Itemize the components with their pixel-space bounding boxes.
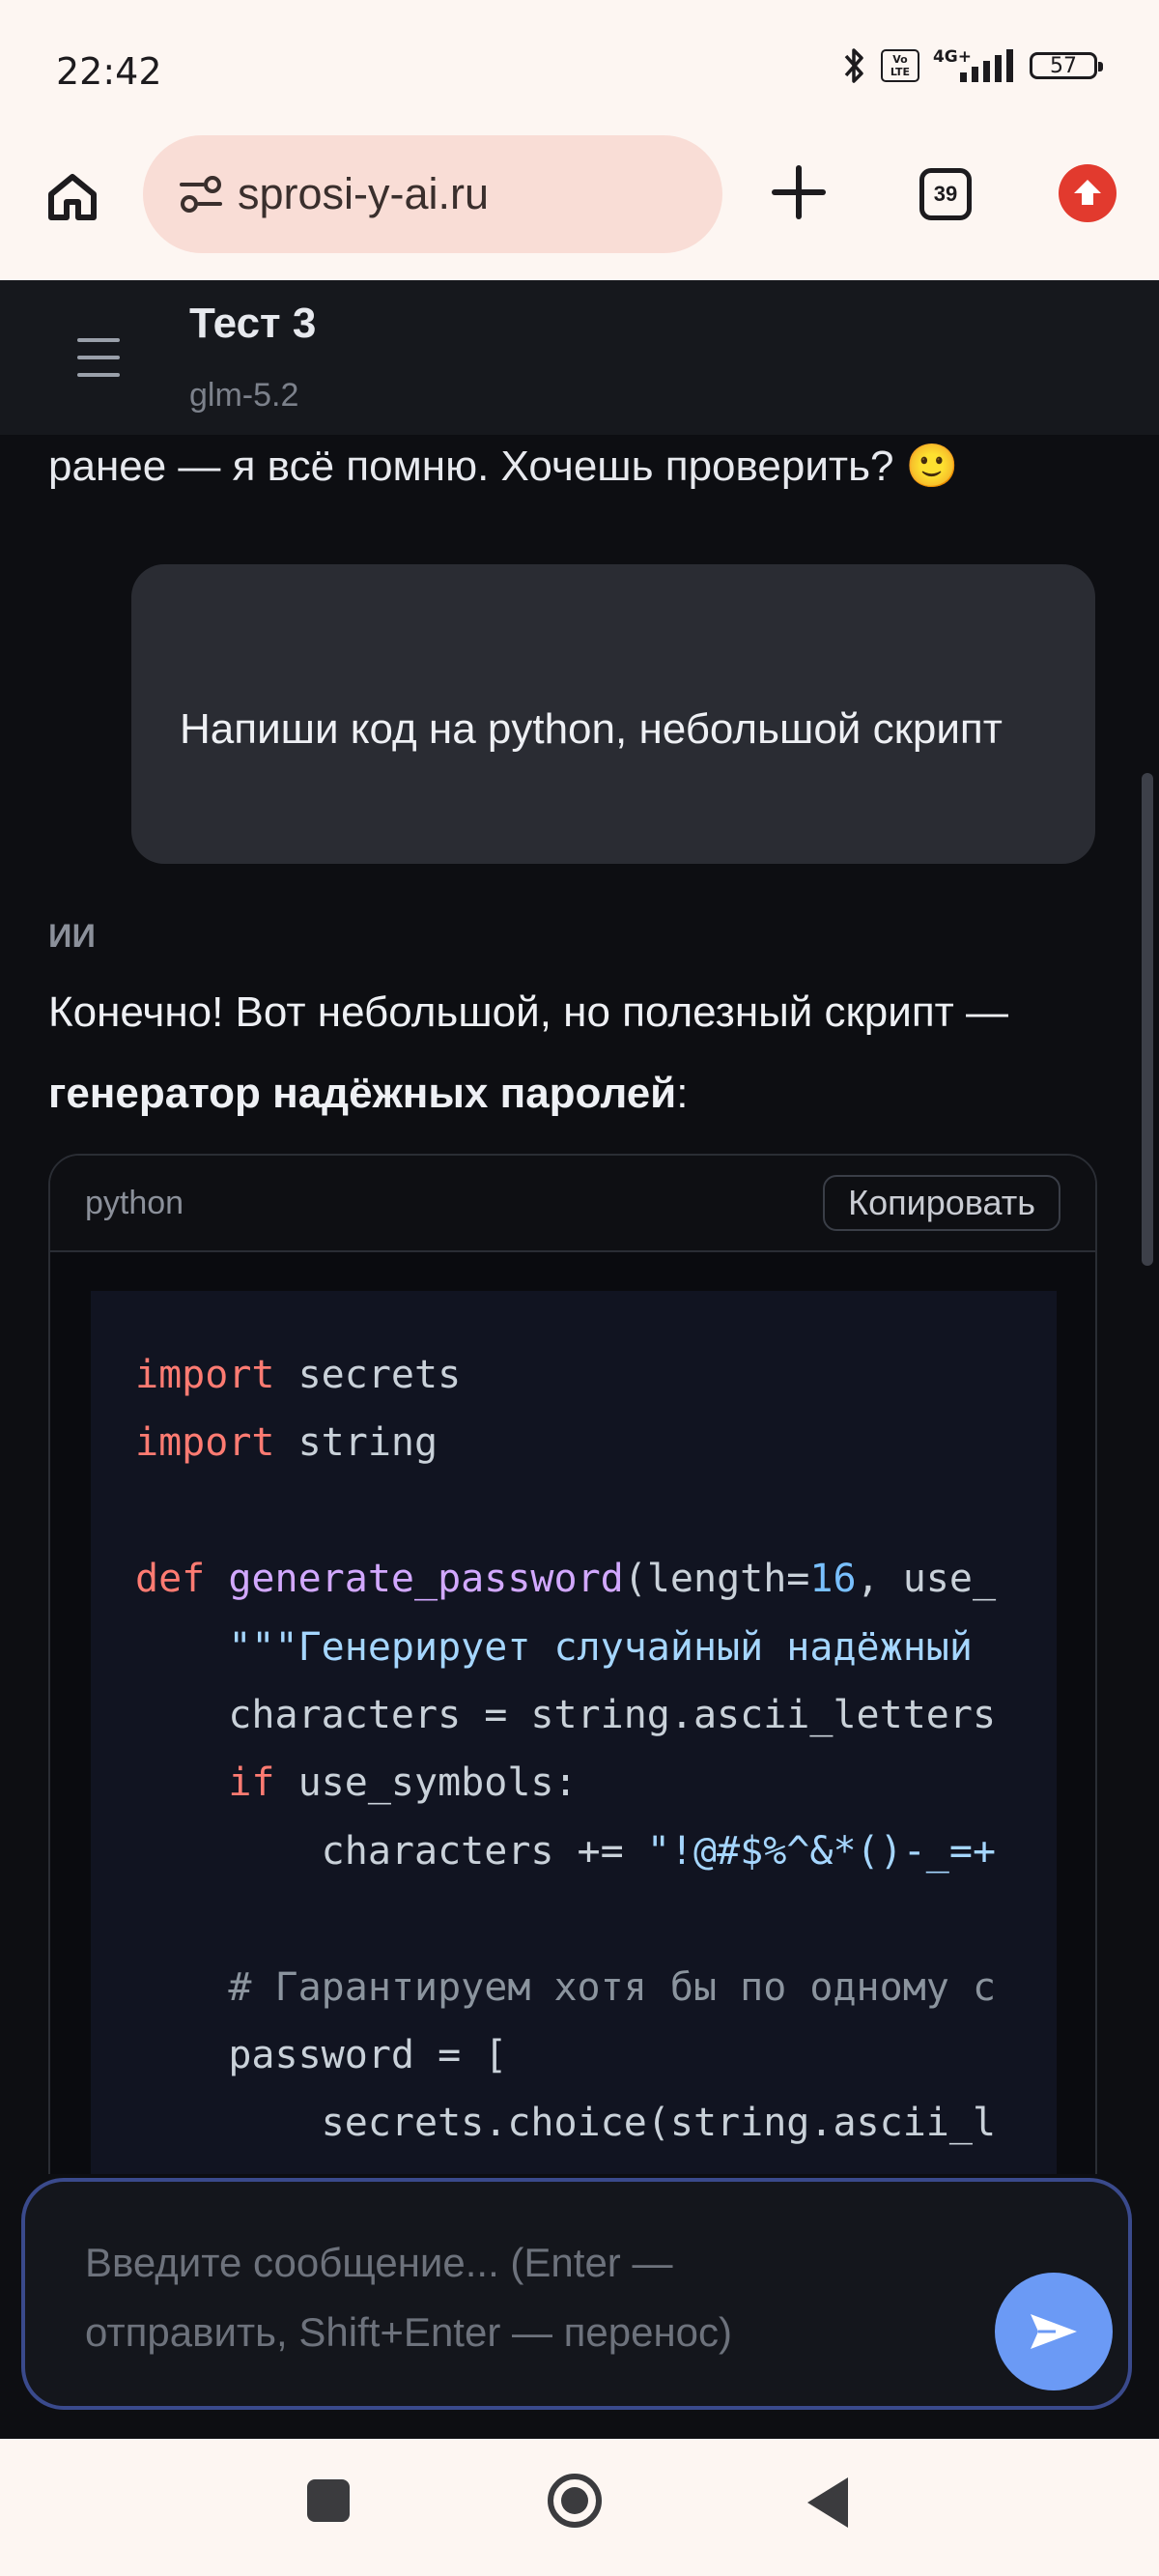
- chat-title: Тест 3: [189, 300, 317, 347]
- input-placeholder: Введите сообщение... (Enter — отправить,…: [85, 2240, 733, 2355]
- send-icon: [1031, 2314, 1077, 2349]
- tabs-count: 39: [933, 182, 958, 206]
- volte-icon: Vo LTE: [880, 49, 919, 82]
- recents-square-icon[interactable]: [307, 2479, 350, 2522]
- code-line: """Генерирует случайный надёжный: [135, 1614, 1057, 1681]
- code-token: """Генерирует случайный надёжный: [228, 1624, 973, 1670]
- home-circle-icon[interactable]: [548, 2474, 602, 2528]
- code-header: python Копировать: [50, 1156, 1095, 1252]
- bluetooth-icon: [844, 48, 863, 83]
- code-token: , use_: [856, 1557, 997, 1602]
- status-time: 22:42: [56, 50, 162, 93]
- network-type: 4G+: [932, 47, 972, 67]
- tune-icon[interactable]: [178, 171, 224, 217]
- url-text[interactable]: sprosi-y-ai.ru: [238, 169, 489, 219]
- status-icons: Vo LTE 4G+ 57: [840, 46, 1103, 85]
- code-token: characters = string.ascii_letters: [135, 1693, 997, 1738]
- battery-icon: 57: [1030, 52, 1103, 79]
- ai-text-bold: генератор надёжных паролей: [48, 1070, 677, 1117]
- home-button[interactable]: [39, 162, 106, 230]
- code-token: def: [135, 1557, 206, 1602]
- code-line: def generate_password(length=16, use_: [135, 1545, 1057, 1613]
- code-line: secrets.choice(string.ascii_l: [135, 2089, 1057, 2157]
- ai-text-before: Конечно! Вот небольшой, но полезный скри…: [48, 988, 1009, 1036]
- browser-toolbar: sprosi-y-ai.ru 39: [0, 135, 1159, 280]
- arrow-up-icon: [1074, 180, 1101, 205]
- code-line: characters += "!@#$%^&*()-_=+: [135, 1818, 1057, 1885]
- status-bar: 22:42 Vo LTE 4G+ 57: [0, 0, 1159, 135]
- ai-text-after: :: [676, 1070, 689, 1117]
- back-triangle-icon[interactable]: [807, 2477, 848, 2528]
- code-line: if use_symbols:: [135, 1749, 1057, 1817]
- chat-header: Тест 3 glm-5.2: [0, 280, 1159, 435]
- previous-message-tail: ранее — я всё помню. Хочешь проверить? 🙂: [48, 443, 959, 490]
- code-token: "!@#$%^&*()-_=+: [646, 1828, 997, 1874]
- code-line: import secrets: [135, 1341, 1057, 1409]
- home-icon: [48, 174, 97, 220]
- code-token: # Гарантируем хотя бы по одному с: [228, 1964, 997, 2010]
- code-token: import: [135, 1353, 275, 1397]
- code-body: import secrets import string def generate…: [91, 1291, 1057, 2174]
- code-language: python: [85, 1185, 184, 1221]
- code-token: 16: [809, 1557, 857, 1602]
- send-button[interactable]: [995, 2273, 1113, 2390]
- ai-message-text: Конечно! Вот небольшой, но полезный скри…: [48, 972, 1111, 1134]
- scrollbar[interactable]: [1142, 773, 1153, 1266]
- code-line: import string: [135, 1409, 1057, 1476]
- menu-icon[interactable]: [77, 338, 120, 377]
- code-line: password = [: [135, 2021, 1057, 2089]
- code-token: characters +=: [135, 1828, 647, 1874]
- code-token: generate_password: [205, 1557, 624, 1602]
- code-token: import: [135, 1420, 275, 1466]
- code-content: import secrets import string def generate…: [91, 1291, 1057, 2158]
- code-token: use_symbols:: [274, 1760, 578, 1806]
- copy-button[interactable]: Копировать: [823, 1175, 1060, 1231]
- chat-messages[interactable]: ранее — я всё помню. Хочешь проверить? 🙂…: [0, 435, 1159, 2174]
- system-nav-bar: [0, 2439, 1159, 2576]
- code-token: (length=: [623, 1557, 810, 1602]
- battery-level: 57: [1050, 53, 1077, 78]
- code-block: python Копировать import secrets import s…: [48, 1154, 1097, 2174]
- plus-icon[interactable]: [765, 158, 833, 226]
- ai-label: ИИ: [48, 918, 96, 955]
- code-line: characters = string.ascii_letters: [135, 1681, 1057, 1749]
- code-token: secrets.choice(string.ascii_l: [135, 2101, 997, 2146]
- code-token: password = [: [135, 2033, 508, 2078]
- code-line: # Гарантируем хотя бы по одному с: [135, 1954, 1057, 2021]
- message-input[interactable]: Введите сообщение... (Enter — отправить,…: [21, 2178, 1132, 2410]
- tabs-button[interactable]: 39: [919, 168, 972, 220]
- user-message-bubble: Напиши код на python, небольшой скрипт: [131, 564, 1095, 864]
- update-button[interactable]: [1059, 164, 1117, 222]
- code-token: secrets: [274, 1353, 462, 1397]
- chat-model: glm-5.2: [189, 377, 299, 414]
- url-bar[interactable]: sprosi-y-ai.ru: [143, 135, 722, 253]
- code-token: string: [274, 1420, 438, 1466]
- code-token: if: [228, 1760, 275, 1806]
- user-message-text: Напиши код на python, небольшой скрипт: [180, 705, 1003, 753]
